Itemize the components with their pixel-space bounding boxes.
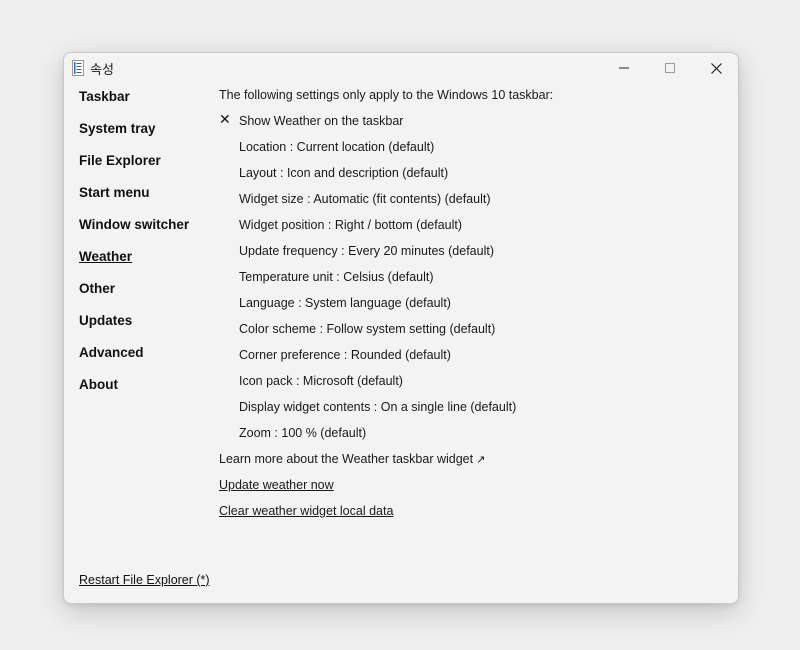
setting-corner-preference[interactable]: Corner preference : Rounded (default)	[219, 347, 719, 373]
sidebar-item-updates[interactable]: Updates	[79, 311, 209, 343]
minimize-button[interactable]	[601, 53, 647, 83]
setting-widget-position[interactable]: Widget position : Right / bottom (defaul…	[219, 217, 719, 243]
sidebar-item-taskbar[interactable]: Taskbar	[79, 87, 209, 119]
sidebar: Taskbar System tray File Explorer Start …	[79, 87, 209, 407]
show-weather-checkbox[interactable]: ✕ Show Weather on the taskbar	[219, 112, 719, 139]
close-icon	[710, 62, 722, 74]
setting-layout[interactable]: Layout : Icon and description (default)	[219, 165, 719, 191]
sidebar-item-weather[interactable]: Weather	[79, 247, 209, 279]
restart-file-explorer-link[interactable]: Restart File Explorer (*)	[79, 573, 210, 587]
sidebar-item-other[interactable]: Other	[79, 279, 209, 311]
sidebar-item-file-explorer[interactable]: File Explorer	[79, 151, 209, 183]
update-weather-now-link[interactable]: Update weather now	[219, 478, 334, 492]
maximize-button[interactable]	[647, 53, 693, 83]
setting-location[interactable]: Location : Current location (default)	[219, 139, 719, 165]
setting-zoom[interactable]: Zoom : 100 % (default)	[219, 425, 719, 451]
setting-update-frequency[interactable]: Update frequency : Every 20 minutes (def…	[219, 243, 719, 269]
external-link-icon: ↗	[476, 453, 486, 466]
sidebar-item-about[interactable]: About	[79, 375, 209, 407]
check-mark-icon: ✕	[219, 112, 231, 128]
window-title: 속성	[90, 62, 114, 77]
close-button[interactable]	[693, 53, 738, 83]
setting-display-widget-contents[interactable]: Display widget contents : On a single li…	[219, 399, 719, 425]
title-bar[interactable]: 속성	[64, 53, 738, 83]
setting-language[interactable]: Language : System language (default)	[219, 295, 719, 321]
properties-window: 속성 Taskbar System tray File Explorer Sta…	[63, 52, 739, 604]
sidebar-item-system-tray[interactable]: System tray	[79, 119, 209, 151]
section-heading: The following settings only apply to the…	[219, 88, 554, 102]
learn-more-label: Learn more about the Weather taskbar wid…	[219, 452, 474, 466]
show-weather-label: Show Weather on the taskbar	[239, 114, 404, 128]
setting-widget-size[interactable]: Widget size : Automatic (fit contents) (…	[219, 191, 719, 217]
maximize-icon	[665, 63, 675, 73]
sidebar-item-advanced[interactable]: Advanced	[79, 343, 209, 375]
minimize-icon	[619, 67, 629, 69]
app-icon	[72, 60, 84, 76]
setting-temperature-unit[interactable]: Temperature unit : Celsius (default)	[219, 269, 719, 295]
setting-color-scheme[interactable]: Color scheme : Follow system setting (de…	[219, 321, 719, 347]
sidebar-item-start-menu[interactable]: Start menu	[79, 183, 209, 215]
setting-icon-pack[interactable]: Icon pack : Microsoft (default)	[219, 373, 719, 399]
clear-weather-data-link[interactable]: Clear weather widget local data	[219, 504, 393, 518]
sidebar-item-window-switcher[interactable]: Window switcher	[79, 215, 209, 247]
weather-settings-panel: The following settings only apply to the…	[219, 87, 719, 529]
learn-more-link[interactable]: Learn more about the Weather taskbar wid…	[219, 451, 719, 477]
